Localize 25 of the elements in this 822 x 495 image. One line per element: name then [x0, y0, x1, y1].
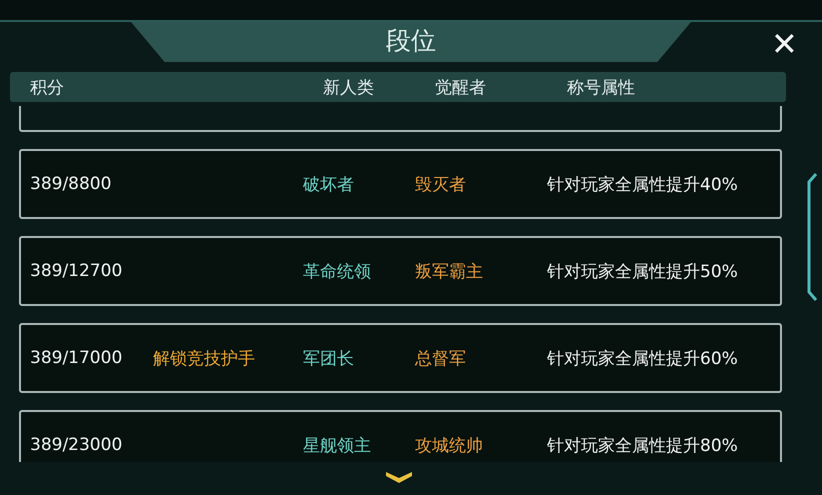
column-header: 觉醒者	[435, 76, 487, 98]
title-text: 总督军	[415, 348, 467, 370]
attribute-text: 针对玩家全属性提升40%	[547, 174, 739, 196]
column-header: 称号属性	[567, 76, 636, 98]
score-text: 389/8800	[29, 174, 112, 194]
score-text: 389/23000	[29, 435, 124, 455]
close-button[interactable]: ✕	[771, 28, 798, 60]
title-text: 破坏者	[303, 174, 355, 196]
column-header: 积分	[29, 76, 65, 98]
attribute-text: 针对玩家全属性提升60%	[547, 348, 739, 370]
chevron-down-icon[interactable]	[384, 470, 414, 486]
title-text: 攻城统帅	[415, 434, 484, 456]
title-text: 毁灭者	[415, 174, 467, 196]
column-header: 新人类	[322, 76, 375, 98]
unlock-text: 解锁竞技护手	[153, 348, 255, 368]
attribute-text: 针对玩家全属性提升80%	[547, 434, 739, 456]
title-text: 星舰领主	[303, 434, 372, 456]
title-text: 叛军霸主	[415, 260, 484, 282]
score-text: 389/17000	[29, 348, 124, 368]
title-text: 革命统领	[303, 260, 372, 282]
window-title: 段位	[131, 22, 691, 62]
score-text: 389/12700	[29, 261, 124, 281]
title-text: 军团长	[303, 348, 355, 370]
scrollbar-icon	[806, 172, 818, 302]
attribute-text: 针对玩家全属性提升50%	[547, 260, 739, 282]
